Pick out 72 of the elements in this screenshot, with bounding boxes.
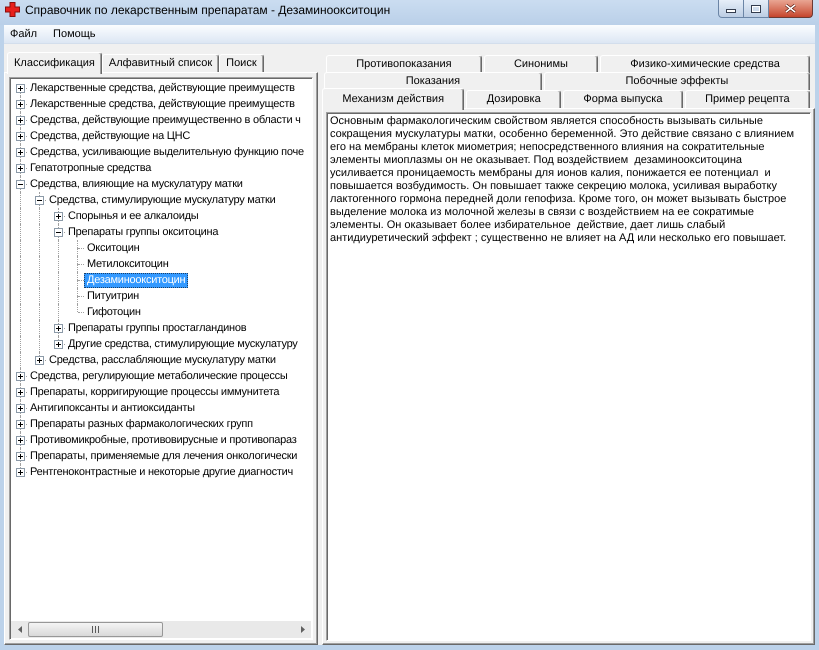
tab[interactable]: Показания: [324, 72, 542, 90]
tree-item[interactable]: Лекарственные средства, действующие преимуществ: [27, 80, 298, 96]
plus-icon[interactable]: [16, 84, 25, 93]
tree-item[interactable]: Препараты группы простагландинов: [65, 320, 250, 336]
plus-icon[interactable]: [16, 372, 25, 381]
tree-item[interactable]: Гифотоцин: [84, 304, 144, 320]
tab[interactable]: Форма выпуска: [563, 90, 683, 108]
tab[interactable]: Побочные эффекты: [544, 72, 810, 90]
plus-icon[interactable]: [16, 148, 25, 157]
tab[interactable]: Классификация: [7, 52, 102, 74]
maximize-icon: [751, 4, 761, 12]
plus-icon[interactable]: [54, 212, 63, 221]
cross-icon: [5, 2, 20, 17]
tree-item[interactable]: Препараты группы окситоцина: [65, 224, 222, 240]
tree-item[interactable]: Препараты разных фармакологических групп: [27, 416, 256, 432]
minus-icon[interactable]: [16, 180, 25, 189]
maximize-button[interactable]: [744, 0, 769, 18]
tree-item[interactable]: Лекарственные средства, действующие преимуществ: [27, 96, 298, 112]
tree-item[interactable]: Антигипоксанты и антиоксиданты: [27, 400, 198, 416]
close-button[interactable]: [769, 0, 813, 18]
minus-icon[interactable]: [35, 196, 44, 205]
plus-icon[interactable]: [16, 164, 25, 173]
tree-item[interactable]: Средства, действующие на ЦНС: [27, 128, 194, 144]
plus-icon[interactable]: [54, 324, 63, 333]
tab[interactable]: Механизм действия: [322, 88, 464, 110]
tree-item[interactable]: Гепатотропные средства: [27, 160, 154, 176]
plus-icon[interactable]: [16, 100, 25, 109]
tree-item[interactable]: Препараты, применяемые для лечения онкологически: [27, 448, 300, 464]
plus-icon[interactable]: [16, 132, 25, 141]
grip-icon: [92, 626, 99, 633]
plus-icon[interactable]: [16, 388, 25, 397]
horizontal-scrollbar[interactable]: [11, 621, 311, 638]
left-arrow-icon: [18, 626, 22, 633]
tree-item[interactable]: Средства, расслабляющие мускулатуру матки: [46, 352, 279, 368]
menu-item[interactable]: Помощь: [47, 27, 102, 41]
menu-item[interactable]: Файл: [4, 27, 44, 41]
tree-item[interactable]: Рентгеноконтрастные и некоторые другие диагностич: [27, 464, 296, 480]
minus-icon[interactable]: [54, 228, 63, 237]
plus-icon[interactable]: [16, 404, 25, 413]
right-arrow-icon: [300, 626, 304, 633]
tab[interactable]: Синонимы: [484, 55, 598, 73]
tab[interactable]: Поиск: [219, 54, 264, 72]
tree-item[interactable]: Средства, усиливающие выделительную функцию поче: [27, 144, 307, 160]
tree-item[interactable]: Метилокситоцин: [84, 256, 172, 272]
plus-icon[interactable]: [16, 420, 25, 429]
plus-icon[interactable]: [54, 340, 63, 349]
tree-item[interactable]: Средства, влияющие на мускулатуру матки: [27, 176, 246, 192]
tree-item[interactable]: Противомикробные, противовирусные и противопараз: [27, 432, 300, 448]
tree-item[interactable]: Питуитрин: [84, 288, 142, 304]
tree-item[interactable]: Средства, стимулирующие мускулатуру матки: [46, 192, 278, 208]
plus-icon[interactable]: [16, 468, 25, 477]
tab[interactable]: Физико-химические средства: [600, 55, 810, 73]
tree-item[interactable]: Средства, регулирующие метаболические процессы: [27, 368, 290, 384]
tree-item[interactable]: Средства, действующие преимущественно в области ч: [27, 112, 304, 128]
tab[interactable]: Противопоказания: [326, 55, 482, 73]
description-text: Основным фармакологическим свойством является способность вызывать сильные сокращения мускулатуры матки, особенно беременной. Это действие связано с влиянием его на мембраны клеток миометрия; непосредственного влияния на сократительные элементы миоплазмы он не оказывает. Под воздействием дезаминоокситоцина усиливается проницаемость мембраны для ионов калия, понижается ее потенциал и повышается возбудимость. Он повышает также секрецию молока, усиливая выработку лактогенного гормона передней доли гепофиза. Кроме того, он может вызывать быстрое выделение молока из молочной железы в связи с воздействием на ее сократимые элементы. Он оказывает более избирательное действие, дает лишь слабый антидиуретический эффект ; существенно не влияет на АД или несколько его повышает.: [330, 115, 796, 245]
plus-icon[interactable]: [16, 436, 25, 445]
tree-item[interactable]: Окситоцин: [84, 240, 142, 256]
plus-icon[interactable]: [16, 452, 25, 461]
minimize-button[interactable]: [718, 0, 744, 18]
close-icon: [785, 4, 796, 13]
plus-icon[interactable]: [35, 356, 44, 365]
tab[interactable]: Дозировка: [466, 90, 562, 108]
tree-item[interactable]: Другие средства, стимулирующие мускулатуру: [65, 336, 301, 352]
tab[interactable]: Алфавитный список: [102, 54, 220, 72]
plus-icon[interactable]: [16, 116, 25, 125]
tree-item[interactable]: Спорынья и ее алкалоиды: [65, 208, 202, 224]
minimize-icon: [726, 9, 736, 13]
tree-item[interactable]: Препараты, корригирующие процессы иммунитета: [27, 384, 282, 400]
window-title: Справочник по лекарственным препаратам - Дезаминоокситоцин: [25, 3, 390, 18]
scrollbar-thumb[interactable]: [28, 622, 163, 637]
tab[interactable]: Пример рецепта: [684, 90, 810, 108]
